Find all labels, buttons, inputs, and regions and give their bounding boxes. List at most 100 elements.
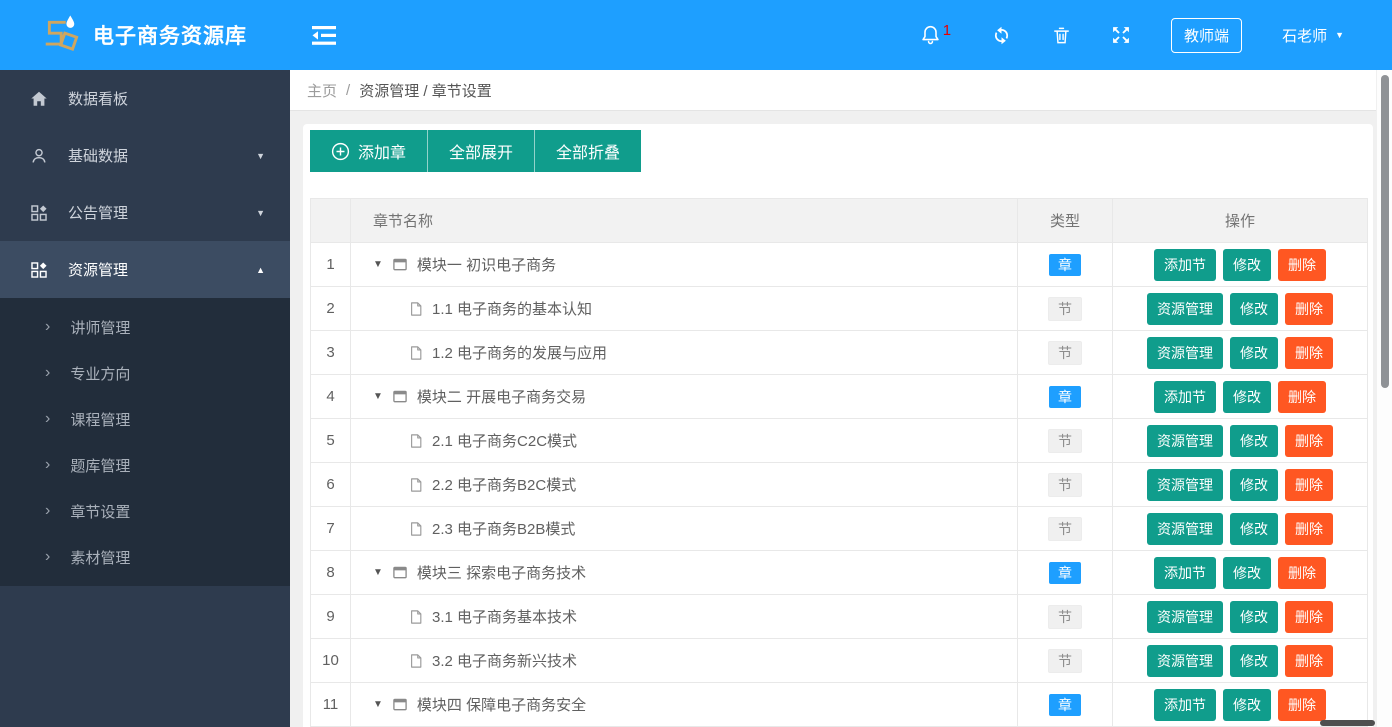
edit-button[interactable]: 修改: [1230, 512, 1278, 545]
resource-manage-button[interactable]: 资源管理: [1147, 600, 1223, 633]
table-row: 9 3.1 电子商务基本技术 节 资源管理 修改 删除: [310, 594, 1368, 639]
type-badge: 节: [1048, 472, 1082, 497]
fullscreen-icon[interactable]: [1111, 25, 1131, 45]
add-chapter-label: 添加章: [358, 145, 407, 162]
sidebar-item-resource-management[interactable]: 资源管理 ▲: [0, 241, 290, 298]
sidebar: 数据看板 基础数据 ▼ 公告管理 ▼ 资源管理 ▲ › 讲师管理 › 专业方向 …: [0, 70, 290, 727]
expand-arrow-icon: ▼: [256, 150, 265, 161]
chapter-name: 2.2 电子商务B2C模式: [432, 477, 577, 494]
collapse-caret-icon[interactable]: ▼: [373, 391, 383, 402]
sub-item-label: 课程管理: [70, 411, 131, 429]
row-index: 2: [310, 286, 351, 331]
edit-button[interactable]: 修改: [1223, 248, 1271, 281]
sidebar-item-announcements[interactable]: 公告管理 ▼: [0, 184, 290, 241]
collapse-all-button[interactable]: 全部折叠: [534, 130, 642, 172]
edit-button[interactable]: 修改: [1230, 336, 1278, 369]
user-name: 石老师: [1282, 27, 1328, 45]
chapter-table: 章节名称 类型 操作 1 ▼ 模块一 初识电子商务 章 添加节 修改 删除 2 …: [310, 198, 1368, 727]
chapter-name: 1.2 电子商务的发展与应用: [432, 345, 608, 362]
delete-button[interactable]: 删除: [1278, 380, 1326, 413]
row-actions: 资源管理 修改 删除: [1112, 594, 1368, 639]
table-row: 3 1.2 电子商务的发展与应用 节 资源管理 修改 删除: [310, 330, 1368, 375]
table-row: 10 3.2 电子商务新兴技术 节 资源管理 修改 删除: [310, 638, 1368, 683]
delete-button[interactable]: 删除: [1278, 556, 1326, 589]
file-icon: [409, 433, 423, 449]
table-row: 7 2.3 电子商务B2B模式 节 资源管理 修改 删除: [310, 506, 1368, 551]
resource-manage-button[interactable]: 资源管理: [1147, 336, 1223, 369]
collapse-arrow-icon: ▲: [256, 264, 265, 275]
table-row: 1 ▼ 模块一 初识电子商务 章 添加节 修改 删除: [310, 242, 1368, 287]
add-chapter-button[interactable]: 添加章: [310, 130, 428, 172]
row-actions: 资源管理 修改 删除: [1112, 506, 1368, 551]
resource-manage-button[interactable]: 资源管理: [1147, 424, 1223, 457]
collapse-caret-icon[interactable]: ▼: [373, 699, 383, 710]
notification-bell-icon[interactable]: 1: [920, 23, 951, 46]
actions-column-header: 操作: [1112, 198, 1368, 243]
sidebar-item-chapter-settings[interactable]: › 章节设置: [0, 488, 290, 534]
add-section-button[interactable]: 添加节: [1154, 556, 1216, 589]
table-header-row: 章节名称 类型 操作: [310, 198, 1368, 243]
collapse-caret-icon[interactable]: ▼: [373, 567, 383, 578]
teacher-portal-button[interactable]: 教师端: [1171, 17, 1243, 53]
resource-manage-button[interactable]: 资源管理: [1147, 512, 1223, 545]
edit-button[interactable]: 修改: [1230, 600, 1278, 633]
type-badge: 章: [1049, 561, 1081, 584]
edit-button[interactable]: 修改: [1223, 380, 1271, 413]
resource-manage-button[interactable]: 资源管理: [1147, 468, 1223, 501]
chapter-name: 模块三 探索电子商务技术: [416, 565, 587, 582]
delete-button[interactable]: 删除: [1285, 644, 1333, 677]
sub-item-label: 章节设置: [70, 503, 131, 521]
horizontal-scrollbar-thumb[interactable]: [1320, 720, 1375, 726]
chapter-name: 模块四 保障电子商务安全: [416, 697, 587, 714]
delete-button[interactable]: 删除: [1285, 292, 1333, 325]
collapse-caret-icon[interactable]: ▼: [373, 259, 383, 270]
trash-icon[interactable]: [1052, 25, 1071, 46]
vertical-scrollbar-thumb[interactable]: [1381, 75, 1389, 388]
sidebar-item-major-direction[interactable]: › 专业方向: [0, 350, 290, 396]
delete-button[interactable]: 删除: [1278, 248, 1326, 281]
resource-manage-button[interactable]: 资源管理: [1147, 292, 1223, 325]
delete-button[interactable]: 删除: [1285, 600, 1333, 633]
sidebar-item-question-bank[interactable]: › 题库管理: [0, 442, 290, 488]
edit-button[interactable]: 修改: [1230, 292, 1278, 325]
sidebar-item-basic-data[interactable]: 基础数据 ▼: [0, 127, 290, 184]
sidebar-item-label: 基础数据: [68, 148, 129, 165]
delete-button[interactable]: 删除: [1285, 468, 1333, 501]
delete-button[interactable]: 删除: [1285, 512, 1333, 545]
file-icon: [409, 653, 423, 669]
resource-manage-button[interactable]: 资源管理: [1147, 644, 1223, 677]
row-actions: 资源管理 修改 删除: [1112, 418, 1368, 463]
chapter-name: 2.1 电子商务C2C模式: [432, 433, 578, 450]
edit-button[interactable]: 修改: [1230, 468, 1278, 501]
sidebar-item-label: 资源管理: [68, 262, 129, 279]
chapter-name: 3.1 电子商务基本技术: [432, 609, 578, 626]
chevron-right-icon: ›: [45, 364, 51, 381]
sidebar-item-material-management[interactable]: › 素材管理: [0, 534, 290, 580]
chapter-icon: [392, 565, 408, 580]
sidebar-item-lecturer-management[interactable]: › 讲师管理: [0, 304, 290, 350]
type-badge: 节: [1048, 604, 1082, 629]
add-section-button[interactable]: 添加节: [1154, 248, 1216, 281]
add-section-button[interactable]: 添加节: [1154, 688, 1216, 721]
sidebar-item-course-management[interactable]: › 课程管理: [0, 396, 290, 442]
sidebar-item-dashboard[interactable]: 数据看板: [0, 70, 290, 127]
edit-button[interactable]: 修改: [1223, 556, 1271, 589]
row-actions: 资源管理 修改 删除: [1112, 462, 1368, 507]
delete-button[interactable]: 删除: [1285, 424, 1333, 457]
refresh-icon[interactable]: [991, 25, 1012, 46]
breadcrumb-path: 资源管理 / 章节设置: [359, 82, 492, 100]
edit-button[interactable]: 修改: [1223, 688, 1271, 721]
edit-button[interactable]: 修改: [1230, 424, 1278, 457]
type-badge: 节: [1048, 648, 1082, 673]
file-icon: [409, 345, 423, 361]
user-menu[interactable]: 石老师 ▼: [1282, 25, 1344, 46]
delete-button[interactable]: 删除: [1278, 688, 1326, 721]
delete-button[interactable]: 删除: [1285, 336, 1333, 369]
type-badge: 章: [1049, 385, 1081, 408]
expand-all-button[interactable]: 全部展开: [427, 130, 535, 172]
edit-button[interactable]: 修改: [1230, 644, 1278, 677]
sub-item-label: 讲师管理: [70, 319, 131, 337]
add-section-button[interactable]: 添加节: [1154, 380, 1216, 413]
sidebar-collapse-icon[interactable]: [312, 25, 336, 45]
breadcrumb-home-link[interactable]: 主页: [307, 80, 337, 101]
